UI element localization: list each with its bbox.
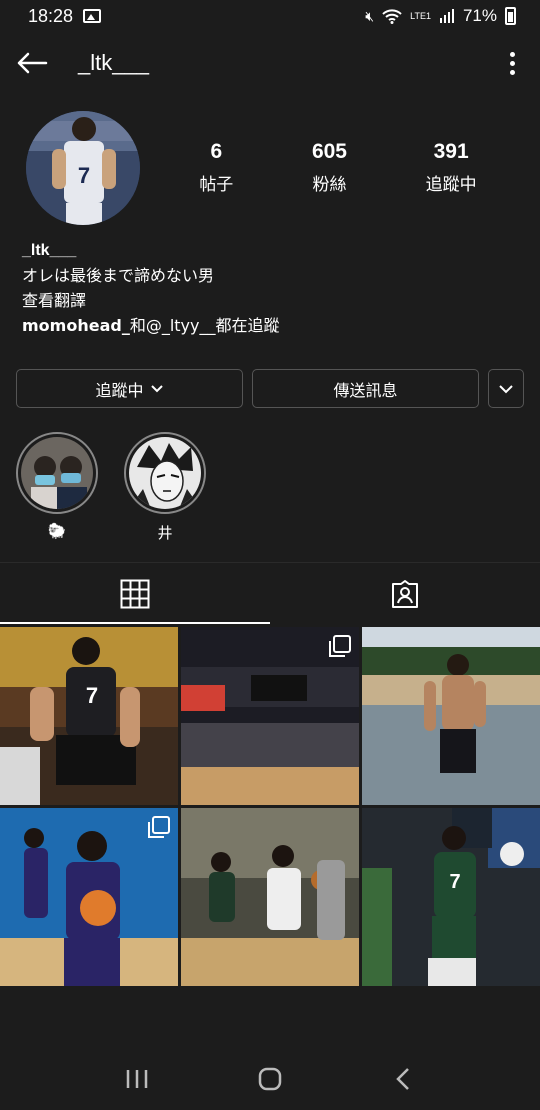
bio: _ltk___ オレは最後まで諦めない男 查看翻譯 momohead_和@_lt… xyxy=(22,238,522,338)
following-button-label: 追蹤中 xyxy=(95,380,144,400)
suggested-dropdown-button[interactable] xyxy=(488,369,524,408)
back-button[interactable] xyxy=(383,1059,423,1099)
profile-name: _ltk___ xyxy=(22,242,77,259)
post-thumbnail[interactable]: 7 xyxy=(362,808,540,986)
svg-text:7: 7 xyxy=(78,163,90,188)
highlight-cover xyxy=(21,437,93,509)
header-username: _ltk___ xyxy=(78,50,149,75)
following-label: 追蹤中 xyxy=(425,175,477,195)
post-thumbnail[interactable] xyxy=(0,808,178,986)
highlight-cover xyxy=(129,437,201,509)
signal-icon xyxy=(439,9,454,23)
grid-icon xyxy=(120,579,150,608)
recent-apps-button[interactable] xyxy=(117,1059,157,1099)
mute-icon: 🔇︎ xyxy=(365,7,375,24)
tab-tagged[interactable] xyxy=(270,563,540,624)
highlight-item[interactable]: 井 xyxy=(124,432,206,543)
battery-icon xyxy=(505,7,516,25)
recent-apps-icon xyxy=(126,1070,147,1088)
bio-text: オレは最後まで諦めない男 xyxy=(22,266,215,285)
more-options-icon[interactable] xyxy=(500,47,524,79)
posts-stat[interactable]: 6 帖子 xyxy=(199,140,233,195)
highlight-item[interactable]: 🐑 xyxy=(16,432,98,543)
status-right: 🔇︎ LTE1 71% xyxy=(365,6,516,26)
followed-by-user[interactable]: momohead_ xyxy=(22,316,130,335)
home-icon xyxy=(258,1067,282,1091)
profile-tabs xyxy=(0,562,540,624)
following-button[interactable]: 追蹤中 xyxy=(16,369,243,408)
back-arrow-icon[interactable] xyxy=(16,47,48,79)
see-translation-link[interactable]: 查看翻譯 xyxy=(22,288,522,313)
battery-percent: 71% xyxy=(462,6,497,25)
post-thumbnail[interactable]: 7 xyxy=(0,627,178,805)
followers-stat[interactable]: 605 粉絲 xyxy=(312,140,347,195)
wifi-icon xyxy=(382,9,402,24)
top-bar: _ltk___ xyxy=(0,32,540,94)
message-button[interactable]: 傳送訊息 xyxy=(252,369,479,408)
post-thumbnail[interactable] xyxy=(181,627,359,805)
lte-label: LTE1 xyxy=(410,10,431,21)
back-chevron-icon xyxy=(396,1068,410,1090)
followers-label: 粉絲 xyxy=(312,175,347,195)
tab-posts-grid[interactable] xyxy=(0,563,270,624)
home-button[interactable] xyxy=(250,1059,290,1099)
highlight-caption: 井 xyxy=(157,524,173,542)
action-buttons: 追蹤中 傳送訊息 xyxy=(16,369,524,408)
post-thumbnail[interactable] xyxy=(362,627,540,805)
chevron-down-icon xyxy=(150,384,163,392)
gallery-notification-icon xyxy=(83,9,102,23)
highlight-ring xyxy=(16,432,98,514)
followers-count: 605 xyxy=(311,140,347,163)
post-thumbnail[interactable] xyxy=(181,808,359,986)
posts-grid: 7 7 xyxy=(0,627,540,986)
multiple-photos-icon xyxy=(329,635,351,657)
avatar[interactable]: 7 xyxy=(26,110,140,225)
following-count: 391 xyxy=(433,140,469,163)
story-highlights: 🐑 井 xyxy=(16,432,206,543)
svg-text:7: 7 xyxy=(86,683,98,708)
tagged-person-icon xyxy=(392,579,418,608)
profile-header: 7 6 帖子 605 粉絲 391 追蹤中 xyxy=(26,110,516,225)
followed-by[interactable]: momohead_和@_ltyy__都在追蹤 xyxy=(22,313,522,338)
following-stat[interactable]: 391 追蹤中 xyxy=(426,140,477,195)
posts-count: 6 xyxy=(210,140,223,163)
multiple-photos-icon xyxy=(148,816,170,838)
posts-label: 帖子 xyxy=(199,175,234,195)
followed-by-text: 和@_ltyy__都在追蹤 xyxy=(129,316,280,335)
status-bar: 18:28 🔇︎ LTE1 71% xyxy=(0,0,540,32)
system-nav-bar xyxy=(0,1048,540,1110)
svg-text:7: 7 xyxy=(449,871,460,893)
status-time: 18:28 xyxy=(28,5,74,26)
highlight-caption: 🐑 xyxy=(47,522,67,540)
profile-stats: 6 帖子 605 粉絲 391 追蹤中 xyxy=(160,140,516,195)
message-button-label: 傳送訊息 xyxy=(333,380,398,400)
highlight-ring xyxy=(124,432,206,514)
chevron-down-icon xyxy=(499,384,513,393)
